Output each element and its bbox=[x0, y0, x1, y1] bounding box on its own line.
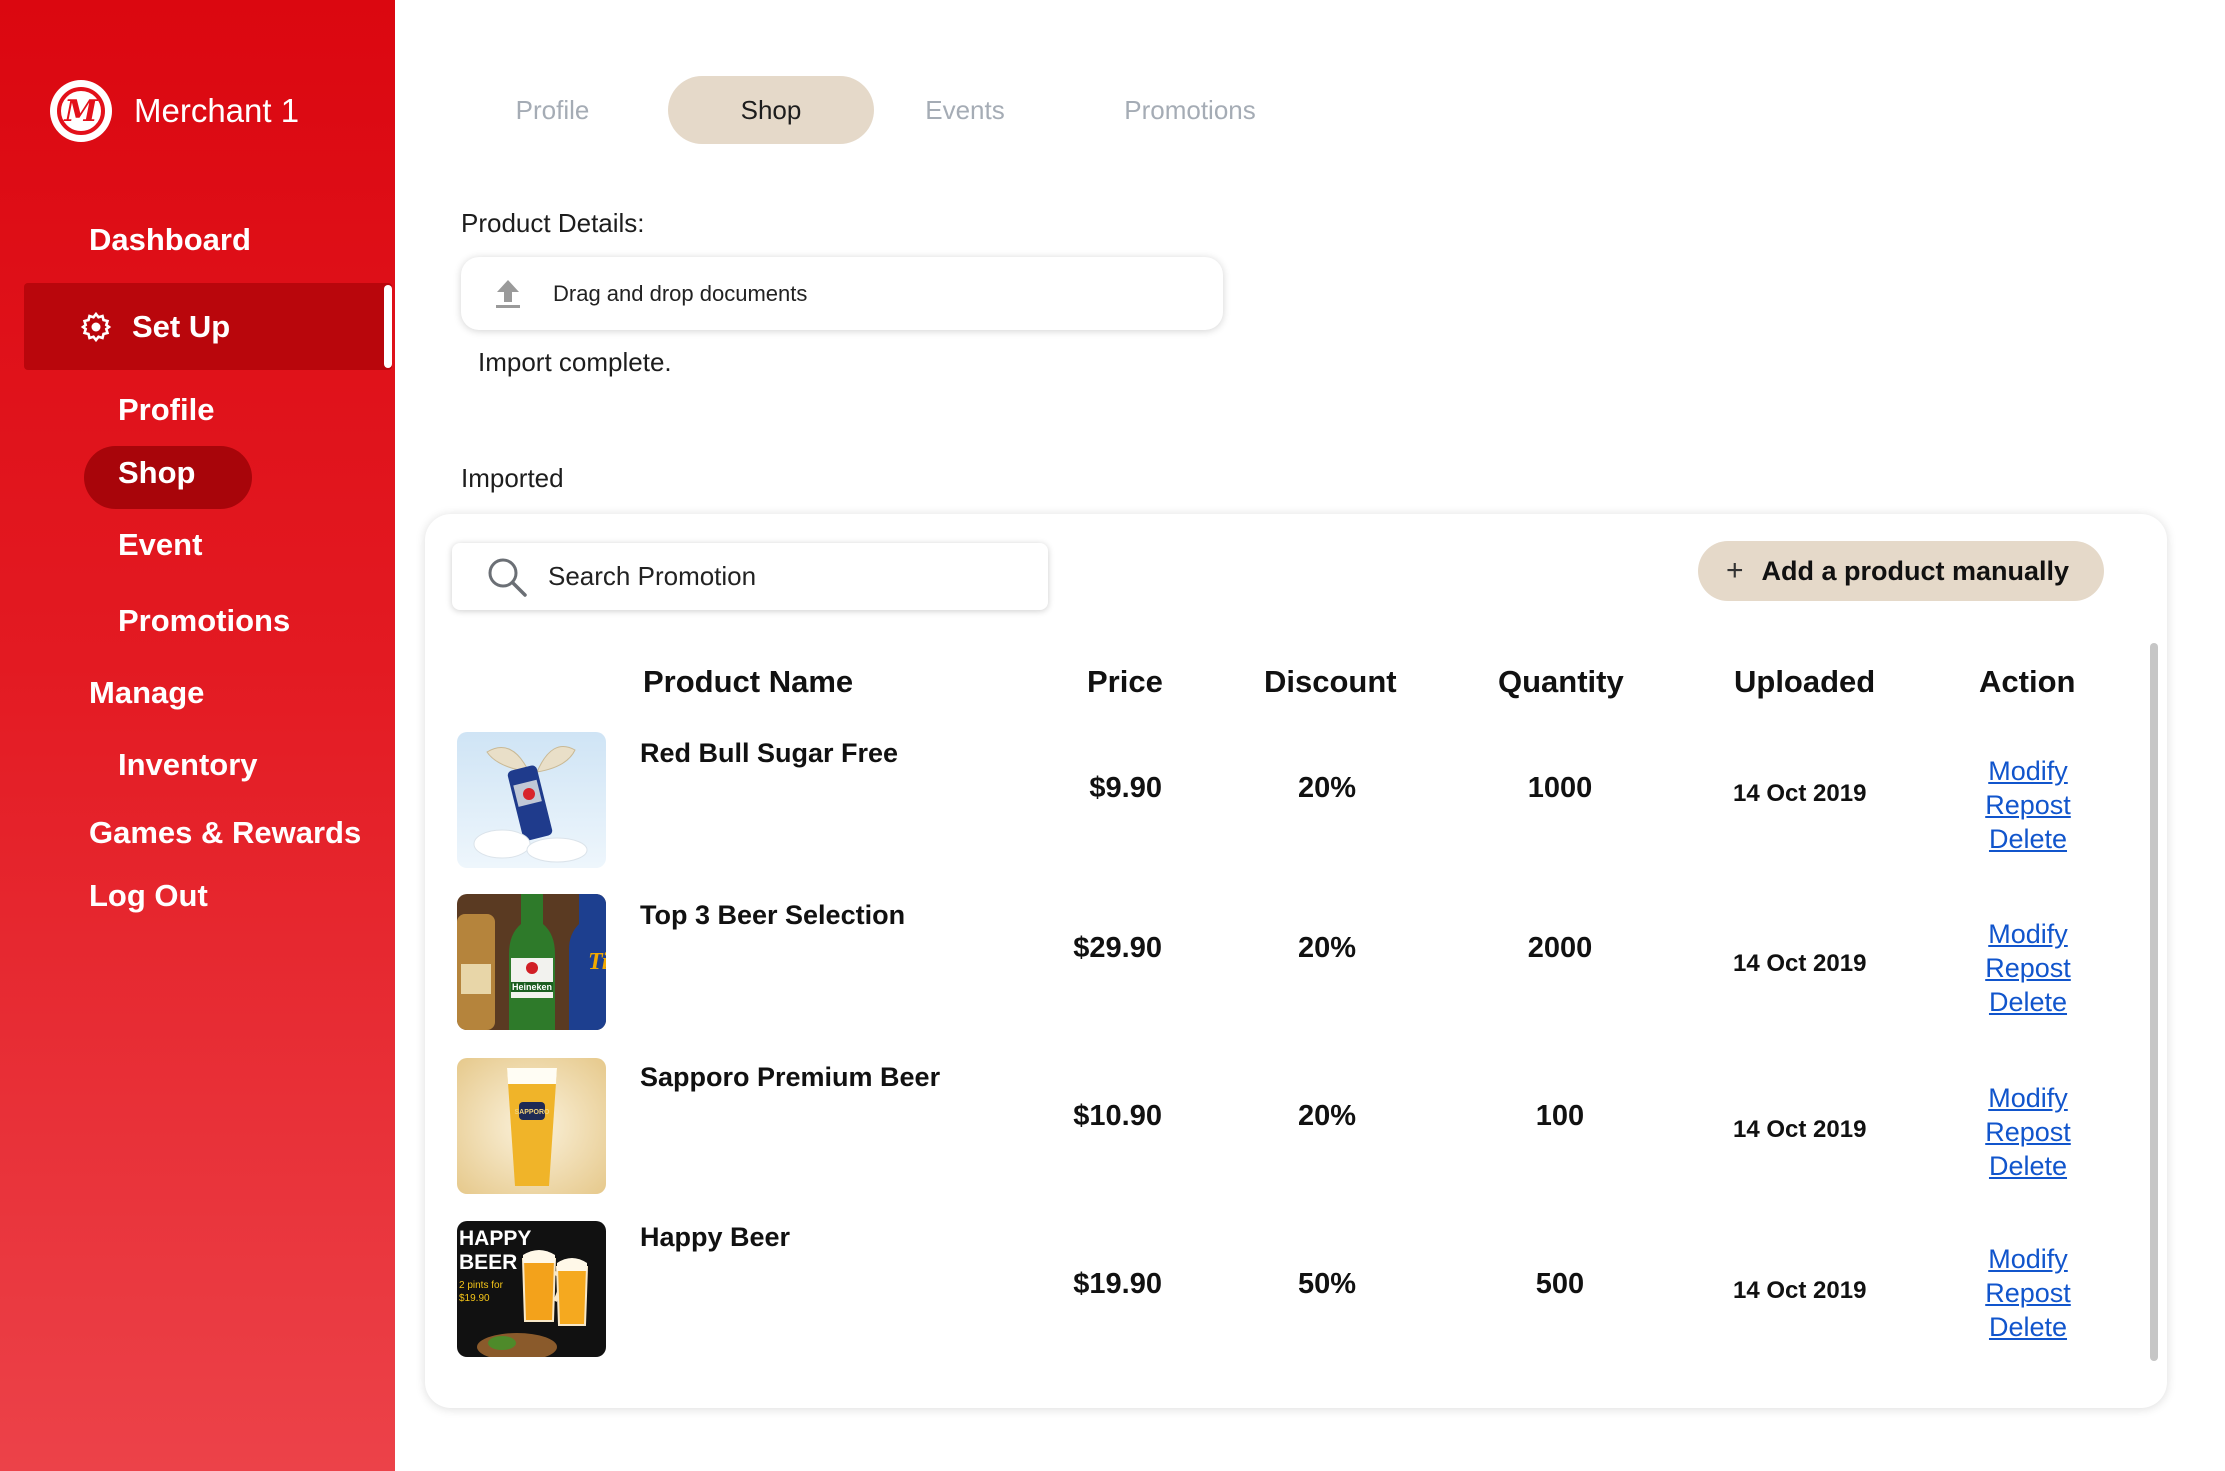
product-quantity: 2000 bbox=[1527, 932, 1593, 964]
tab-profile[interactable]: Profile bbox=[470, 76, 635, 144]
search-icon bbox=[488, 558, 527, 597]
add-product-label: Add a product manually bbox=[1761, 555, 2070, 586]
modify-link[interactable]: Modify bbox=[1960, 754, 2096, 788]
modify-link[interactable]: Modify bbox=[1960, 1242, 2096, 1276]
sidebar-item-games-rewards[interactable]: Games & Rewards bbox=[89, 815, 361, 851]
row-actions: Modify Repost Delete bbox=[1960, 917, 2096, 1019]
product-price: $29.90 bbox=[1073, 932, 1162, 964]
happy-line-3: 2 pints for bbox=[459, 1280, 504, 1291]
repost-link[interactable]: Repost bbox=[1960, 1276, 2096, 1310]
sidebar-item-logout[interactable]: Log Out bbox=[89, 878, 208, 914]
merchant-logo: M bbox=[50, 80, 112, 142]
sidebar-subitem-shop[interactable]: Shop bbox=[118, 455, 196, 491]
search-box[interactable] bbox=[452, 543, 1048, 610]
product-image-red-bull bbox=[457, 732, 606, 868]
imported-label: Imported bbox=[461, 463, 564, 493]
product-discount: 20% bbox=[1297, 932, 1357, 964]
gear-icon bbox=[80, 311, 112, 342]
product-uploaded-date: 14 Oct 2019 bbox=[1733, 1116, 1867, 1143]
delete-link[interactable]: Delete bbox=[1960, 822, 2096, 856]
delete-link[interactable]: Delete bbox=[1960, 1310, 2096, 1344]
column-header-quantity: Quantity bbox=[1498, 664, 1624, 699]
sidebar-item-setup-label: Set Up bbox=[132, 308, 231, 344]
product-price: $19.90 bbox=[1073, 1268, 1162, 1300]
happy-line-2: BEER bbox=[459, 1251, 517, 1274]
sidebar-subitem-promotions[interactable]: Promotions bbox=[118, 603, 290, 639]
sidebar-item-dashboard[interactable]: Dashboard bbox=[89, 222, 251, 258]
column-header-product-name: Product Name bbox=[643, 664, 854, 699]
product-uploaded-date: 14 Oct 2019 bbox=[1733, 780, 1867, 807]
product-name: Happy Beer bbox=[640, 1222, 791, 1252]
document-dropzone[interactable]: Drag and drop documents bbox=[461, 257, 1223, 330]
table-scrollbar[interactable] bbox=[2150, 643, 2158, 1361]
search-input[interactable] bbox=[548, 561, 1008, 592]
product-discount: 50% bbox=[1297, 1268, 1357, 1300]
row-actions: Modify Repost Delete bbox=[1960, 1242, 2096, 1344]
sidebar-subitem-inventory[interactable]: Inventory bbox=[118, 747, 258, 783]
sidebar-subitem-event[interactable]: Event bbox=[118, 527, 202, 563]
happy-line-1: HAPPY bbox=[459, 1227, 531, 1250]
repost-link[interactable]: Repost bbox=[1960, 1115, 2096, 1149]
product-quantity: 1000 bbox=[1527, 772, 1593, 804]
sidebar-item-manage[interactable]: Manage bbox=[89, 675, 204, 711]
merchant-name: Merchant 1 bbox=[134, 92, 300, 129]
tab-events[interactable]: Events bbox=[880, 76, 1050, 144]
row-actions: Modify Repost Delete bbox=[1960, 1081, 2096, 1183]
product-uploaded-date: 14 Oct 2019 bbox=[1733, 1277, 1867, 1304]
column-header-discount: Discount bbox=[1264, 664, 1397, 699]
delete-link[interactable]: Delete bbox=[1960, 1149, 2096, 1183]
row-actions: Modify Repost Delete bbox=[1960, 754, 2096, 856]
sapporo-label-text: SAPPORO bbox=[514, 1109, 550, 1116]
plus-icon: + bbox=[1726, 554, 1744, 587]
svg-text:Tig: Tig bbox=[588, 949, 606, 975]
delete-link[interactable]: Delete bbox=[1960, 985, 2096, 1019]
upload-icon bbox=[496, 279, 520, 308]
import-status: Import complete. bbox=[478, 347, 672, 377]
column-header-uploaded: Uploaded bbox=[1734, 664, 1876, 699]
sidebar-item-setup[interactable]: Set Up bbox=[24, 283, 392, 370]
product-name: Red Bull Sugar Free bbox=[640, 738, 899, 768]
modify-link[interactable]: Modify bbox=[1960, 917, 2096, 951]
product-image-beer-selection: Heineken Tig bbox=[457, 894, 606, 1030]
column-header-action: Action bbox=[1979, 664, 2076, 699]
sidebar-subitem-profile[interactable]: Profile bbox=[118, 392, 214, 428]
tab-shop[interactable]: Shop bbox=[668, 76, 874, 144]
product-name: Top 3 Beer Selection bbox=[640, 900, 906, 930]
add-product-button[interactable]: + Add a product manually bbox=[1698, 541, 2104, 601]
product-image-sapporo: SAPPORO bbox=[457, 1058, 606, 1194]
happy-line-4: $19.90 bbox=[459, 1293, 490, 1304]
heineken-label-text: Heineken bbox=[512, 982, 552, 992]
product-image-happy-beer: HAPPY BEER 2 pints for $19.90 bbox=[457, 1221, 606, 1357]
product-quantity: 500 bbox=[1535, 1268, 1585, 1300]
product-discount: 20% bbox=[1297, 1100, 1357, 1132]
product-uploaded-date: 14 Oct 2019 bbox=[1733, 950, 1867, 977]
dropzone-text: Drag and drop documents bbox=[553, 280, 808, 306]
product-quantity: 100 bbox=[1535, 1100, 1585, 1132]
product-discount: 20% bbox=[1297, 772, 1357, 804]
logo-letter: M bbox=[57, 87, 105, 135]
product-name: Sapporo Premium Beer bbox=[640, 1062, 941, 1092]
repost-link[interactable]: Repost bbox=[1960, 951, 2096, 985]
modify-link[interactable]: Modify bbox=[1960, 1081, 2096, 1115]
product-details-label: Product Details: bbox=[461, 208, 645, 238]
column-header-price: Price bbox=[1087, 664, 1163, 699]
tab-promotions[interactable]: Promotions bbox=[1100, 76, 1280, 144]
repost-link[interactable]: Repost bbox=[1960, 788, 2096, 822]
sidebar: M Merchant 1 Dashboard Set Up Profile Sh… bbox=[0, 0, 395, 1471]
product-price: $10.90 bbox=[1073, 1100, 1162, 1132]
product-price: $9.90 bbox=[1089, 772, 1162, 804]
merchant-brand[interactable]: M Merchant 1 bbox=[50, 80, 299, 142]
